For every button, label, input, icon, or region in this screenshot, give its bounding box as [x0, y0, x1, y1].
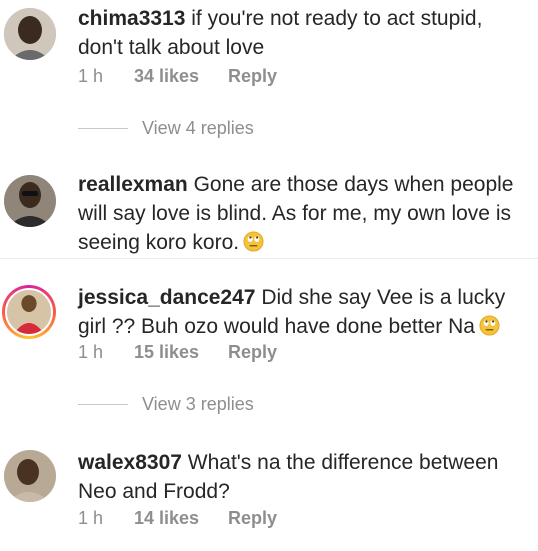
- user-avatar-image: [4, 175, 56, 227]
- user-avatar-image: [4, 450, 56, 502]
- avatar: [5, 288, 53, 336]
- avatar[interactable]: [4, 8, 56, 60]
- avatar[interactable]: [4, 450, 56, 502]
- comment-likes[interactable]: 15 likes: [134, 342, 228, 363]
- comment-time: 1 h: [78, 508, 104, 528]
- view-replies-button[interactable]: View 3 replies: [78, 394, 254, 415]
- user-avatar-image: [7, 290, 51, 334]
- comment-text: chima3313 if you're not ready to act stu…: [78, 4, 524, 62]
- rolling-eyes-emoji-icon: [479, 315, 500, 336]
- comment-likes[interactable]: 14 likes: [134, 508, 228, 529]
- avatar[interactable]: [4, 175, 56, 227]
- comment-time: 1 h: [78, 66, 104, 86]
- comment-text: reallexman Gone are those days when peop…: [78, 170, 524, 257]
- comment-time: 1 h: [78, 342, 104, 362]
- comment-divider: [0, 258, 538, 259]
- comment-meta: 1 h 15 likes Reply: [78, 342, 277, 363]
- comment-username[interactable]: chima3313: [78, 7, 185, 30]
- reply-button[interactable]: Reply: [228, 342, 277, 363]
- view-replies-line: [78, 128, 128, 129]
- user-avatar-image: [4, 8, 56, 60]
- view-replies-line: [78, 404, 128, 405]
- comment-username[interactable]: jessica_dance247: [78, 286, 255, 309]
- comment-username[interactable]: walex8307: [78, 451, 182, 474]
- avatar-with-story-ring[interactable]: [2, 285, 56, 339]
- reply-button[interactable]: Reply: [228, 508, 277, 529]
- reply-button[interactable]: Reply: [228, 66, 277, 87]
- rolling-eyes-emoji-icon: [243, 231, 264, 252]
- comment-meta: 1 h 34 likes Reply: [78, 66, 277, 87]
- comment-text: walex8307 What's na the difference betwe…: [78, 448, 524, 506]
- view-replies-label: View 4 replies: [142, 118, 254, 138]
- comment-meta: 1 h 14 likes Reply: [78, 508, 277, 529]
- comment-username[interactable]: reallexman: [78, 173, 188, 196]
- comment-likes[interactable]: 34 likes: [134, 66, 228, 87]
- comment-text: jessica_dance247 Did she say Vee is a lu…: [78, 283, 524, 341]
- view-replies-label: View 3 replies: [142, 394, 254, 414]
- view-replies-button[interactable]: View 4 replies: [78, 118, 254, 139]
